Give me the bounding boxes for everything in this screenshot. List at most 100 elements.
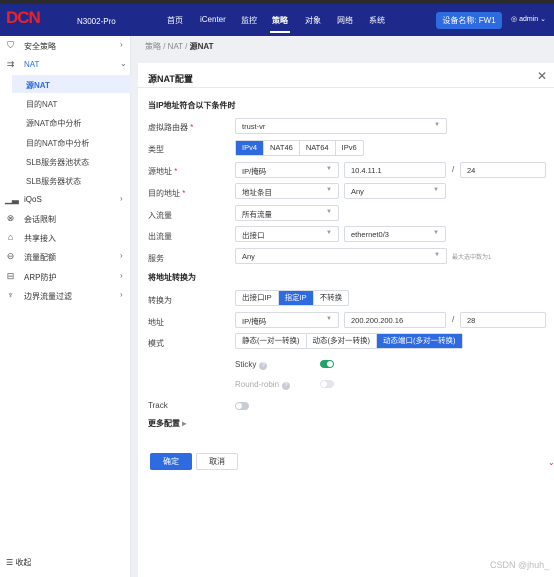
dst-kind-select[interactable]: 地址条目 ▼ <box>235 183 339 199</box>
sidebar-subitem-dest-nat[interactable]: 目的NAT <box>0 94 131 113</box>
sidebar-item-share-access[interactable]: ⌂ 共享接入 <box>0 228 131 247</box>
vrouter-select[interactable]: trust-vr ▼ <box>235 118 447 134</box>
track-toggle[interactable] <box>235 402 249 410</box>
sidebar-item-nat[interactable]: ⇉ NAT ⌄ <box>0 55 131 74</box>
breadcrumb-current: 源NAT <box>189 42 214 51</box>
sidebar-item-label: 流量配额 <box>24 253 56 262</box>
help-icon[interactable]: ? <box>282 382 291 390</box>
sidebar-subitem-dest-nat-hit[interactable]: 目的NAT命中分析 <box>0 133 131 152</box>
egress-kind-select[interactable]: 出接口 ▼ <box>235 226 339 242</box>
nav-icenter[interactable]: iCenter <box>200 15 226 24</box>
chevron-down-icon: ▼ <box>326 209 332 215</box>
sidebar-subitem-label: 目的NAT <box>26 100 58 109</box>
breadcrumb: 策略 / NAT / 源NAT <box>145 41 213 52</box>
sidebar-collapse-button[interactable]: ☰ 收起 <box>6 557 31 568</box>
breadcrumb-path[interactable]: 策略 / NAT / <box>145 42 190 51</box>
dst-value-select[interactable]: Any ▼ <box>344 183 446 199</box>
sidebar-item-session-limit[interactable]: ⊗ 会话限制 <box>0 209 131 228</box>
cancel-button[interactable]: 取消 <box>196 453 238 470</box>
chevron-down-icon: ▼ <box>434 252 440 258</box>
browser-strip <box>0 0 554 4</box>
sticky-toggle[interactable] <box>320 360 334 368</box>
type-option-nat46[interactable]: NAT46 <box>264 141 300 155</box>
chevron-down-icon: ▼ <box>433 187 439 193</box>
track-label: Track <box>148 401 168 410</box>
type-option-nat64[interactable]: NAT64 <box>300 141 336 155</box>
sidebar-item-arp-protection[interactable]: ⊟ ARP防护 › <box>0 267 131 286</box>
translate-kind-select[interactable]: IP/掩码 ▼ <box>235 312 339 328</box>
nav-object[interactable]: 对象 <box>305 15 321 26</box>
sidebar-subitem-label: SLB服务器状态 <box>26 177 82 186</box>
filter-icon: ♆ <box>7 290 14 300</box>
sidebar-subitem-label: 源NAT <box>26 81 50 90</box>
roundrobin-toggle[interactable] <box>320 380 334 388</box>
egress-label: 出流量 <box>148 232 172 241</box>
chevron-down-icon: ▼ <box>326 166 332 172</box>
confirm-button[interactable]: 确定 <box>150 453 192 470</box>
more-config-toggle[interactable]: 更多配置 ▸ <box>148 418 186 429</box>
mode-option-static[interactable]: 静态(一对一转换) <box>236 334 307 348</box>
type-option-ipv6[interactable]: IPv6 <box>336 141 363 155</box>
watermark: CSDN @jhuh_ <box>490 560 550 570</box>
nav-system[interactable]: 系统 <box>369 15 385 26</box>
chevron-down-icon: ▼ <box>433 230 439 236</box>
sidebar-subitem-slb-server[interactable]: SLB服务器状态 <box>0 171 131 190</box>
mask-slash: / <box>452 315 455 324</box>
toggle-knob <box>327 361 333 367</box>
chevron-right-icon: › <box>120 290 123 299</box>
nav-monitor[interactable]: 监控 <box>241 15 257 26</box>
toggle-knob <box>236 403 242 409</box>
mode-option-dynamic[interactable]: 动态(多对一转换) <box>307 334 377 348</box>
service-select[interactable]: Any ▼ <box>235 248 447 264</box>
nav-network[interactable]: 网络 <box>337 15 353 26</box>
ingress-select[interactable]: 所有流量 ▼ <box>235 205 339 221</box>
caret-right-icon: ▸ <box>180 419 187 428</box>
type-label: 类型 <box>148 145 164 154</box>
translate-ip-input[interactable]: 200.200.200.16 <box>344 312 446 328</box>
convert-option-none[interactable]: 不转换 <box>314 291 349 305</box>
convert-option-specified-ip[interactable]: 指定IP <box>278 291 314 305</box>
nav-home[interactable]: 首页 <box>167 15 183 26</box>
chevron-right-icon: › <box>120 40 123 49</box>
egress-interface-select[interactable]: ethernet0/3 ▼ <box>344 226 446 242</box>
sidebar-item-security-policy[interactable]: ⛉ 安全策略 › <box>0 36 131 55</box>
session-limit-icon: ⊗ <box>6 213 15 223</box>
mode-label: 模式 <box>148 339 164 348</box>
sidebar-subitem-label: 目的NAT命中分析 <box>26 139 90 148</box>
src-mask-input[interactable]: 24 <box>460 162 546 178</box>
product-name: N3002-Pro <box>77 17 116 26</box>
nav-policy[interactable]: 策略 <box>272 15 288 26</box>
sidebar-item-traffic-quota[interactable]: ⊖ 流量配额 › <box>0 247 131 266</box>
sidebar-item-iqos[interactable]: ▁▃ iQoS › <box>0 190 131 209</box>
chevron-down-icon: ⌄ <box>120 59 127 68</box>
src-address-label: 源地址 * <box>148 167 178 176</box>
chevron-down-icon: ▼ <box>326 316 332 322</box>
user-menu[interactable]: ◎ admin ⌄ <box>511 15 546 23</box>
chevron-down-icon: ⌄ <box>538 16 546 23</box>
sidebar-item-border-filter[interactable]: ♆ 边界流量过滤 › <box>0 286 131 305</box>
translate-mask-input[interactable]: 28 <box>460 312 546 328</box>
help-icon[interactable]: ? <box>259 362 268 370</box>
convert-option-egress-ip[interactable]: 出接口IP <box>236 291 279 305</box>
mode-option-dynamic-port[interactable]: 动态端口(多对一转换) <box>377 334 462 348</box>
sidebar-subitem-source-nat-hit[interactable]: 源NAT命中分析 <box>0 113 131 132</box>
share-icon: ⌂ <box>7 232 14 242</box>
sidebar-item-label: NAT <box>24 60 40 69</box>
device-name-badge[interactable]: 设备名称: FW1 <box>436 12 502 29</box>
sticky-label: Sticky? <box>235 360 268 370</box>
sidebar-item-label: ARP防护 <box>24 273 57 282</box>
close-icon[interactable]: ✕ <box>537 69 547 83</box>
type-option-ipv4[interactable]: IPv4 <box>236 141 265 155</box>
sidebar-subitem-slb-pool[interactable]: SLB服务器池状态 <box>0 152 131 171</box>
sidebar-subitem-source-nat[interactable]: 源NAT <box>0 75 131 94</box>
src-kind-select[interactable]: IP/掩码 ▼ <box>235 162 339 178</box>
sidebar-item-label: 边界流量过滤 <box>24 292 72 301</box>
nat-icon: ⇉ <box>6 59 15 69</box>
src-ip-input[interactable]: 10.4.11.1 <box>344 162 446 178</box>
chevron-down-icon: ▼ <box>326 187 332 193</box>
convert-segmented: 出接口IP 指定IP 不转换 <box>235 290 350 306</box>
mode-segmented: 静态(一对一转换) 动态(多对一转换) 动态端口(多对一转换) <box>235 333 463 349</box>
type-segmented: IPv4 NAT46 NAT64 IPv6 <box>235 140 364 156</box>
quota-icon: ⊖ <box>6 251 15 261</box>
collapse-label: 收起 <box>15 558 32 567</box>
